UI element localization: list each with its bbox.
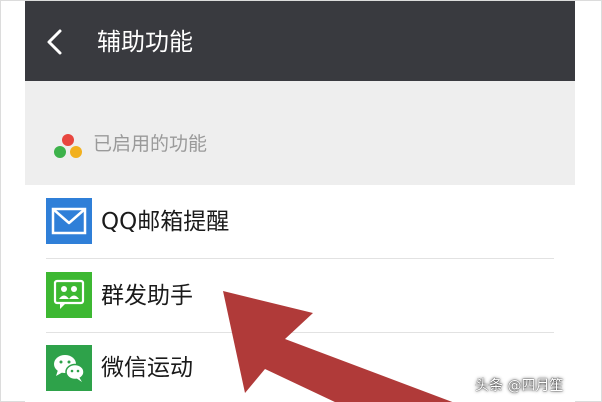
section-header: 已启用的功能 (25, 81, 575, 185)
watermark: 头条 @四月笙 (475, 378, 564, 394)
wechat-screen: 辅助功能 已启用的功能 QQ邮箱提醒 群发助手 微信运动 (25, 1, 575, 402)
list-item-group-send[interactable]: 群发助手 (25, 259, 575, 332)
chevron-left-icon[interactable] (43, 28, 67, 56)
three-dots-icon (54, 134, 82, 158)
list-item-label: 群发助手 (101, 283, 193, 309)
wechat-icon (46, 345, 92, 391)
list-item-label: QQ邮箱提醒 (101, 209, 230, 235)
list-item-label: 微信运动 (101, 355, 193, 381)
screenshot-frame: 辅助功能 已启用的功能 QQ邮箱提醒 群发助手 微信运动 头条 @四月笙 (0, 0, 602, 402)
section-title: 已启用的功能 (93, 133, 208, 155)
group-chat-icon (46, 272, 92, 318)
top-bar: 辅助功能 (25, 1, 575, 81)
page-title: 辅助功能 (97, 28, 193, 56)
mail-icon (46, 198, 92, 244)
list-item-qq-mail[interactable]: QQ邮箱提醒 (25, 185, 575, 258)
